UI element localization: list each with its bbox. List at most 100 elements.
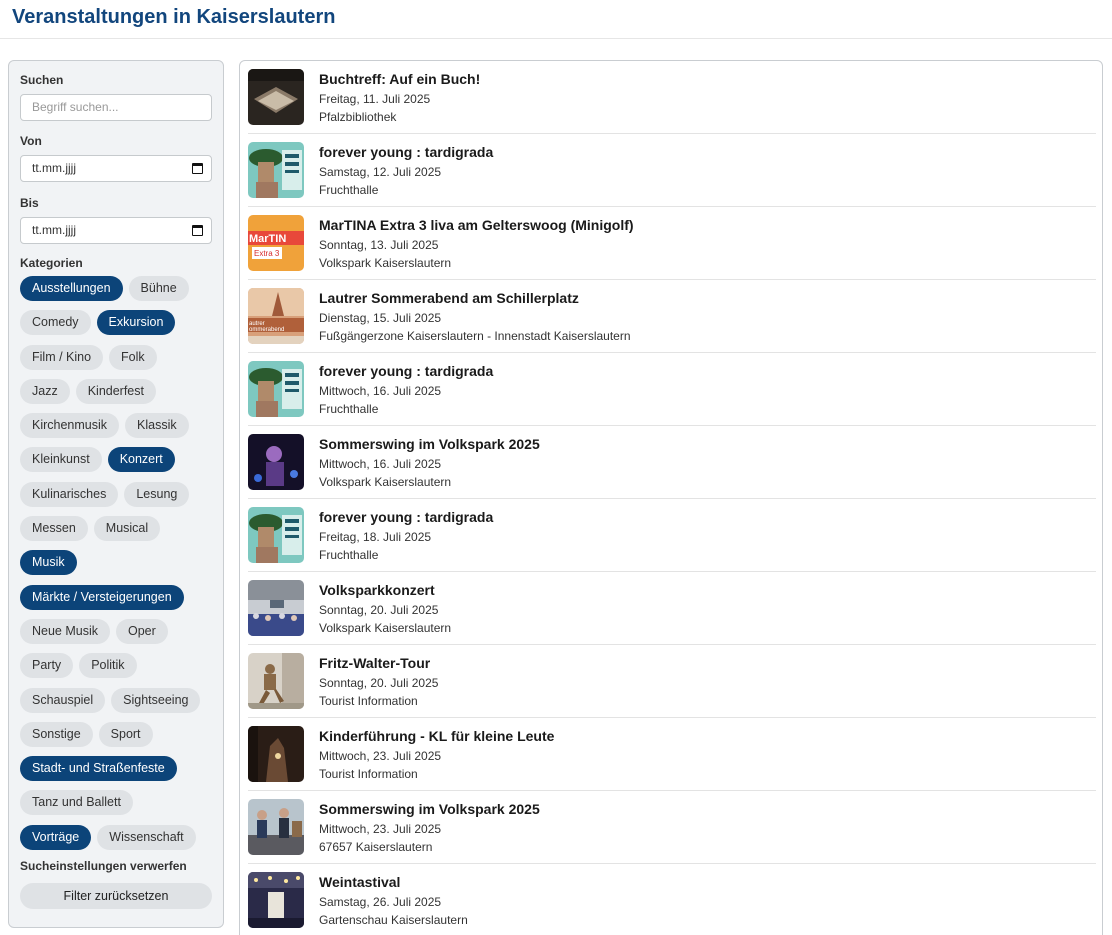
event-list-item[interactable]: Sommerswing im Volkspark 2025 Mittwoch, 2… [248, 791, 1096, 864]
reset-title: Sucheinstellungen verwerfen [20, 859, 187, 874]
from-date-label: Von [20, 134, 42, 148]
event-list-item[interactable]: Volksparkkonzert Sonntag, 20. Juli 2025 Vo… [248, 572, 1096, 645]
event-title[interactable]: MarTINA Extra 3 liva am Gelterswoog (Min… [319, 217, 634, 234]
event-title[interactable]: Lautrer Sommerabend am Schillerplatz [319, 290, 631, 307]
event-title[interactable]: Weintastival [319, 874, 468, 891]
category-chip[interactable]: Tanz und Ballett [20, 790, 133, 816]
calendar-icon[interactable] [192, 163, 203, 174]
event-title[interactable]: forever young : tardigrada [319, 144, 493, 161]
category-chip[interactable]: Märkte / Versteigerungen [20, 584, 184, 610]
category-chip[interactable]: Wissenschaft [97, 824, 196, 850]
category-chip[interactable]: Stadt- und Straßenfeste [20, 756, 177, 782]
event-title[interactable]: Fritz-Walter-Tour [319, 655, 438, 672]
event-thumbnail[interactable]: MarTIN Extra 3 [248, 215, 304, 271]
event-location: Fußgängerzone Kaiserslautern - Innenstad… [319, 329, 631, 343]
category-chip[interactable]: Schauspiel [20, 687, 106, 713]
event-date: Sonntag, 20. Juli 2025 [319, 603, 439, 617]
category-chip[interactable]: Ausstellungen [20, 276, 123, 301]
from-date-input[interactable]: tt.mm.jjjj [20, 155, 212, 182]
event-list-item[interactable]: Kinderführung - KL für kleine Leute Mittw… [248, 718, 1096, 791]
event-location: Pfalzbibliothek [319, 110, 397, 124]
event-location: 67657 Kaiserslautern [319, 840, 433, 854]
event-list-item[interactable]: forever young : tardigrada Freitag, 18. J… [248, 499, 1096, 572]
category-chip[interactable]: Oper [116, 618, 168, 644]
event-list-item[interactable]: Weintastival Samstag, 26. Juli 2025 Garten… [248, 864, 1096, 935]
event-list-item[interactable]: forever young : tardigrada Samstag, 12. J… [248, 134, 1096, 207]
category-chip[interactable]: Party [20, 653, 74, 679]
event-thumbnail[interactable] [248, 69, 304, 125]
event-thumbnail[interactable] [248, 142, 304, 198]
category-chip[interactable]: Film / Kino [20, 344, 104, 370]
event-title[interactable]: Buchtreff: Auf ein Buch! [319, 71, 480, 88]
event-thumbnail[interactable] [248, 580, 304, 636]
event-date: Samstag, 26. Juli 2025 [319, 895, 442, 909]
category-chip[interactable]: Neue Musik [20, 618, 110, 644]
category-chip[interactable]: Lesung [124, 481, 190, 507]
event-date: Mittwoch, 23. Juli 2025 [319, 749, 442, 763]
category-chip[interactable]: Klassik [125, 413, 189, 439]
category-chip[interactable]: Kulinarisches [20, 481, 119, 507]
event-title[interactable]: Sommerswing im Volkspark 2025 [319, 436, 540, 453]
category-chip[interactable]: Bühne [128, 276, 189, 301]
event-thumbnail[interactable]: autrer ommerabend [248, 288, 304, 344]
category-chip[interactable]: Sonstige [20, 721, 93, 747]
thumbnail-subtext: ommerabend [249, 327, 284, 333]
to-date-label: Bis [20, 196, 39, 210]
event-info: Volksparkkonzert Sonntag, 20. Juli 2025 Vo… [319, 582, 451, 637]
category-chip[interactable]: Vorträge [20, 824, 92, 850]
page-header: Veranstaltungen in Kaiserslautern [0, 0, 1112, 39]
event-thumbnail[interactable] [248, 872, 304, 928]
event-date: Dienstag, 15. Juli 2025 [319, 311, 442, 325]
event-title[interactable]: forever young : tardigrada [319, 509, 493, 526]
event-thumbnail[interactable] [248, 507, 304, 563]
event-thumbnail[interactable] [248, 361, 304, 417]
category-chip[interactable]: Kinderfest [75, 378, 156, 404]
calendar-icon[interactable] [192, 225, 203, 236]
event-list-item[interactable]: autrer ommerabend Lautrer Sommerabend am S… [248, 280, 1096, 353]
event-location: Tourist Information [319, 694, 418, 708]
event-date: Freitag, 11. Juli 2025 [319, 92, 431, 106]
category-chip[interactable]: Musical [93, 516, 161, 542]
event-info: forever young : tardigrada Mittwoch, 16. … [319, 363, 493, 418]
category-chip[interactable]: Kirchenmusik [20, 413, 120, 439]
category-chip[interactable]: Politik [79, 653, 137, 679]
event-title[interactable]: Volksparkkonzert [319, 582, 451, 599]
event-title[interactable]: Kinderführung - KL für kleine Leute [319, 728, 554, 745]
event-title[interactable]: Sommerswing im Volkspark 2025 [319, 801, 540, 818]
event-date: Mittwoch, 16. Juli 2025 [319, 457, 442, 471]
search-input[interactable]: Begriff suchen... [20, 94, 212, 121]
event-info: forever young : tardigrada Freitag, 18. J… [319, 509, 493, 564]
event-thumbnail[interactable] [248, 726, 304, 782]
thumbnail-subtext: Extra 3 [254, 249, 280, 258]
event-info: Kinderführung - KL für kleine Leute Mittw… [319, 728, 554, 783]
event-location: Fruchthalle [319, 183, 379, 197]
event-location: Volkspark Kaiserslautern [319, 621, 452, 635]
to-date-input[interactable]: tt.mm.jjjj [20, 217, 212, 244]
event-list-item[interactable]: Buchtreff: Auf ein Buch! Freitag, 11. Jul… [248, 61, 1096, 134]
category-chip[interactable]: Sport [98, 721, 153, 747]
category-chip[interactable]: Konzert [107, 447, 175, 473]
event-date: Freitag, 18. Juli 2025 [319, 530, 432, 544]
filter-sidebar: Suchen Begriff suchen... Von tt.mm.jjjj … [8, 60, 224, 928]
category-chip[interactable]: Sightseeing [111, 687, 201, 713]
event-thumbnail[interactable] [248, 653, 304, 709]
event-location: Volkspark Kaiserslautern [319, 256, 452, 270]
category-chip[interactable]: Jazz [20, 378, 70, 404]
category-chip[interactable]: Musik [20, 550, 77, 576]
event-info: Lautrer Sommerabend am Schillerplatz Dien… [319, 290, 631, 345]
category-chip[interactable]: Messen [20, 516, 88, 542]
event-title[interactable]: forever young : tardigrada [319, 363, 493, 380]
event-thumbnail[interactable] [248, 799, 304, 855]
event-location: Fruchthalle [319, 402, 379, 416]
event-list-item[interactable]: forever young : tardigrada Mittwoch, 16. … [248, 353, 1096, 426]
event-list-item[interactable]: Sommerswing im Volkspark 2025 Mittwoch, 1… [248, 426, 1096, 499]
event-thumbnail[interactable] [248, 434, 304, 490]
event-location: Fruchthalle [319, 548, 379, 562]
event-list-item[interactable]: MarTIN Extra 3 MarTINA Extra 3 liva am Gel… [248, 207, 1096, 280]
reset-filters-button[interactable]: Filter zurücksetzen [20, 883, 212, 910]
category-chip[interactable]: Folk [109, 344, 157, 370]
category-chip[interactable]: Exkursion [96, 310, 176, 336]
event-list-item[interactable]: Fritz-Walter-Tour Sonntag, 20. Juli 2025 T… [248, 645, 1096, 718]
category-chip[interactable]: Kleinkunst [20, 447, 102, 473]
category-chip[interactable]: Comedy [20, 310, 91, 336]
